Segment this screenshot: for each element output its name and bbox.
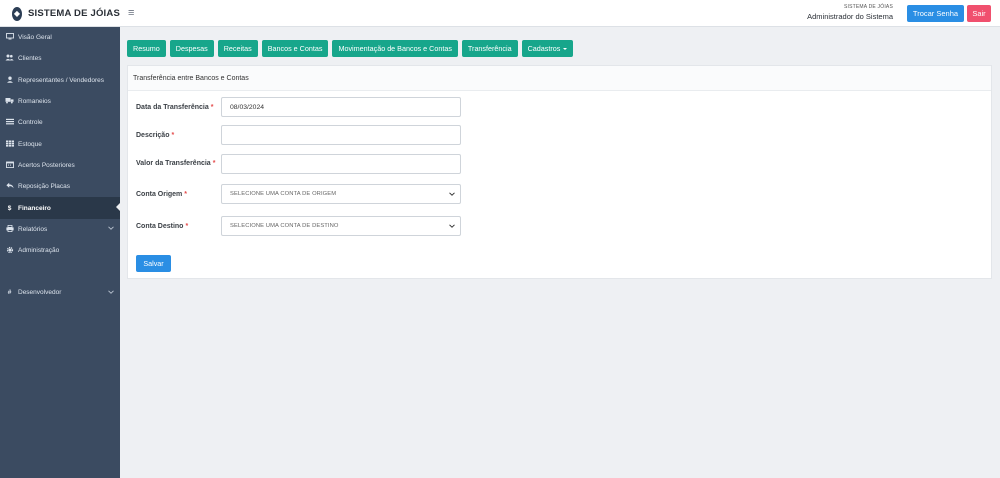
tab-receitas[interactable]: Receitas (217, 40, 258, 57)
calendar-icon (5, 161, 14, 170)
tab-transferencia[interactable]: Transferência (461, 40, 518, 57)
dollar-icon: $ (7, 204, 12, 212)
caret-down-icon (563, 47, 568, 50)
description-field[interactable] (221, 125, 461, 145)
description-label: Descrição * (136, 132, 174, 139)
amount-label-text: Valor da Transferência (136, 160, 211, 167)
sidebar-item-label: Administração (18, 247, 60, 255)
source-account-label-text: Conta Origem (136, 191, 183, 198)
source-account-select[interactable]: SELECIONE UMA CONTA DE ORIGEM (221, 184, 461, 204)
top-header: ◆ SISTEMA DE JÓIAS ≡ SISTEMA DE JÓIAS Ad… (0, 0, 1000, 27)
destination-account-label: Conta Destino * (136, 223, 188, 230)
app-name: SISTEMA DE JÓIAS (27, 8, 120, 19)
grid-icon (5, 140, 14, 149)
chevron-down-icon (108, 226, 114, 232)
sidebar-item-estoque[interactable]: Estoque (0, 133, 120, 154)
sidebar-item-label: Estoque (18, 140, 42, 148)
sidebar-item-label: Reposição Placas (18, 183, 71, 191)
tab-movimentacao[interactable]: Movimentação de Bancos e Contas (332, 40, 458, 57)
required-marker: * (212, 160, 216, 167)
date-label: Data da Transferência * (136, 104, 214, 111)
sidebar-item-controle[interactable]: Controle (0, 112, 120, 133)
tab-bancos-e-contas[interactable]: Bancos e Contas (261, 40, 329, 57)
financeiro-tabs: Resumo Despesas Receitas Bancos e Contas… (127, 40, 574, 57)
diamond-logo-icon: ◆ (12, 6, 22, 21)
destination-account-selected: SELECIONE UMA CONTA DE DESTINO (230, 223, 339, 229)
sidebar-item-financeiro[interactable]: $ Financeiro (0, 197, 120, 219)
truck-icon (5, 97, 14, 106)
tab-despesas[interactable]: Despesas (169, 40, 214, 57)
chevron-down-icon (108, 290, 114, 296)
tab-resumo[interactable]: Resumo (127, 40, 166, 57)
destination-account-select[interactable]: SELECIONE UMA CONTA DE DESTINO (221, 216, 461, 236)
date-label-text: Data da Transferência (136, 104, 209, 111)
user-info[interactable]: SISTEMA DE JÓIAS Administrador do Sistem… (807, 4, 893, 21)
tab-cadastros[interactable]: Cadastros (521, 40, 574, 57)
required-marker: * (184, 191, 188, 198)
change-password-button[interactable]: Trocar Senha (907, 5, 964, 22)
sidebar: Visão Geral Clientes Representantes / Ve… (0, 27, 120, 478)
sidebar-item-label: Desenvolvedor (18, 289, 62, 297)
sidebar-item-reposicao-placas[interactable]: Reposição Placas (0, 176, 120, 197)
required-marker: * (210, 104, 214, 111)
gear-icon (5, 246, 14, 256)
monitor-icon (5, 33, 14, 42)
menu-toggle-icon[interactable]: ≡ (128, 6, 134, 20)
sidebar-item-desenvolvedor[interactable]: # Desenvolvedor (0, 282, 120, 303)
destination-account-label-text: Conta Destino (136, 223, 184, 230)
logout-button[interactable]: Sair (967, 5, 991, 22)
chevron-down-icon (449, 223, 455, 230)
hash-icon: # (7, 289, 12, 297)
chevron-down-icon (449, 191, 455, 198)
sidebar-item-acertos-posteriores[interactable]: Acertos Posteriores (0, 155, 120, 176)
sidebar-item-label: Controle (18, 119, 43, 127)
user-secret-icon (5, 76, 14, 85)
brand[interactable]: ◆ SISTEMA DE JÓIAS (0, 0, 120, 27)
sidebar-item-administracao[interactable]: Administração (0, 240, 120, 261)
sidebar-item-label: Romaneios (18, 98, 51, 106)
required-marker: * (185, 223, 189, 230)
save-button[interactable]: Salvar (136, 255, 171, 272)
print-icon (5, 224, 14, 234)
user-system-label: SISTEMA DE JÓIAS (843, 4, 893, 10)
active-indicator (116, 203, 120, 212)
sidebar-item-label: Visão Geral (18, 34, 52, 42)
users-icon (5, 54, 14, 63)
sidebar-item-label: Representantes / Vendedores (18, 76, 105, 84)
user-name: Administrador do Sistema (807, 12, 893, 21)
reply-icon (5, 182, 14, 191)
sidebar-item-relatorios[interactable]: Relatórios (0, 219, 120, 240)
transfer-panel: Transferência entre Bancos e Contas Data… (127, 65, 992, 279)
list-icon (5, 118, 14, 127)
date-field[interactable]: 08/03/2024 (221, 97, 461, 117)
sidebar-item-clientes[interactable]: Clientes (0, 48, 120, 69)
amount-label: Valor da Transferência * (136, 160, 215, 167)
tab-cadastros-label: Cadastros (527, 44, 561, 53)
sidebar-item-label: Relatórios (18, 225, 48, 233)
sidebar-item-visao-geral[interactable]: Visão Geral (0, 27, 120, 48)
sidebar-item-label: Acertos Posteriores (18, 161, 75, 169)
sidebar-item-label: Clientes (18, 55, 42, 63)
panel-title: Transferência entre Bancos e Contas (128, 66, 991, 91)
amount-field[interactable] (221, 154, 461, 174)
sidebar-item-label: Financeiro (18, 204, 51, 212)
sidebar-item-representantes[interactable]: Representantes / Vendedores (0, 70, 120, 91)
source-account-label: Conta Origem * (136, 191, 187, 198)
source-account-selected: SELECIONE UMA CONTA DE ORIGEM (230, 191, 337, 197)
description-label-text: Descrição (136, 132, 170, 139)
required-marker: * (171, 132, 175, 139)
sidebar-item-romaneios[interactable]: Romaneios (0, 91, 120, 112)
